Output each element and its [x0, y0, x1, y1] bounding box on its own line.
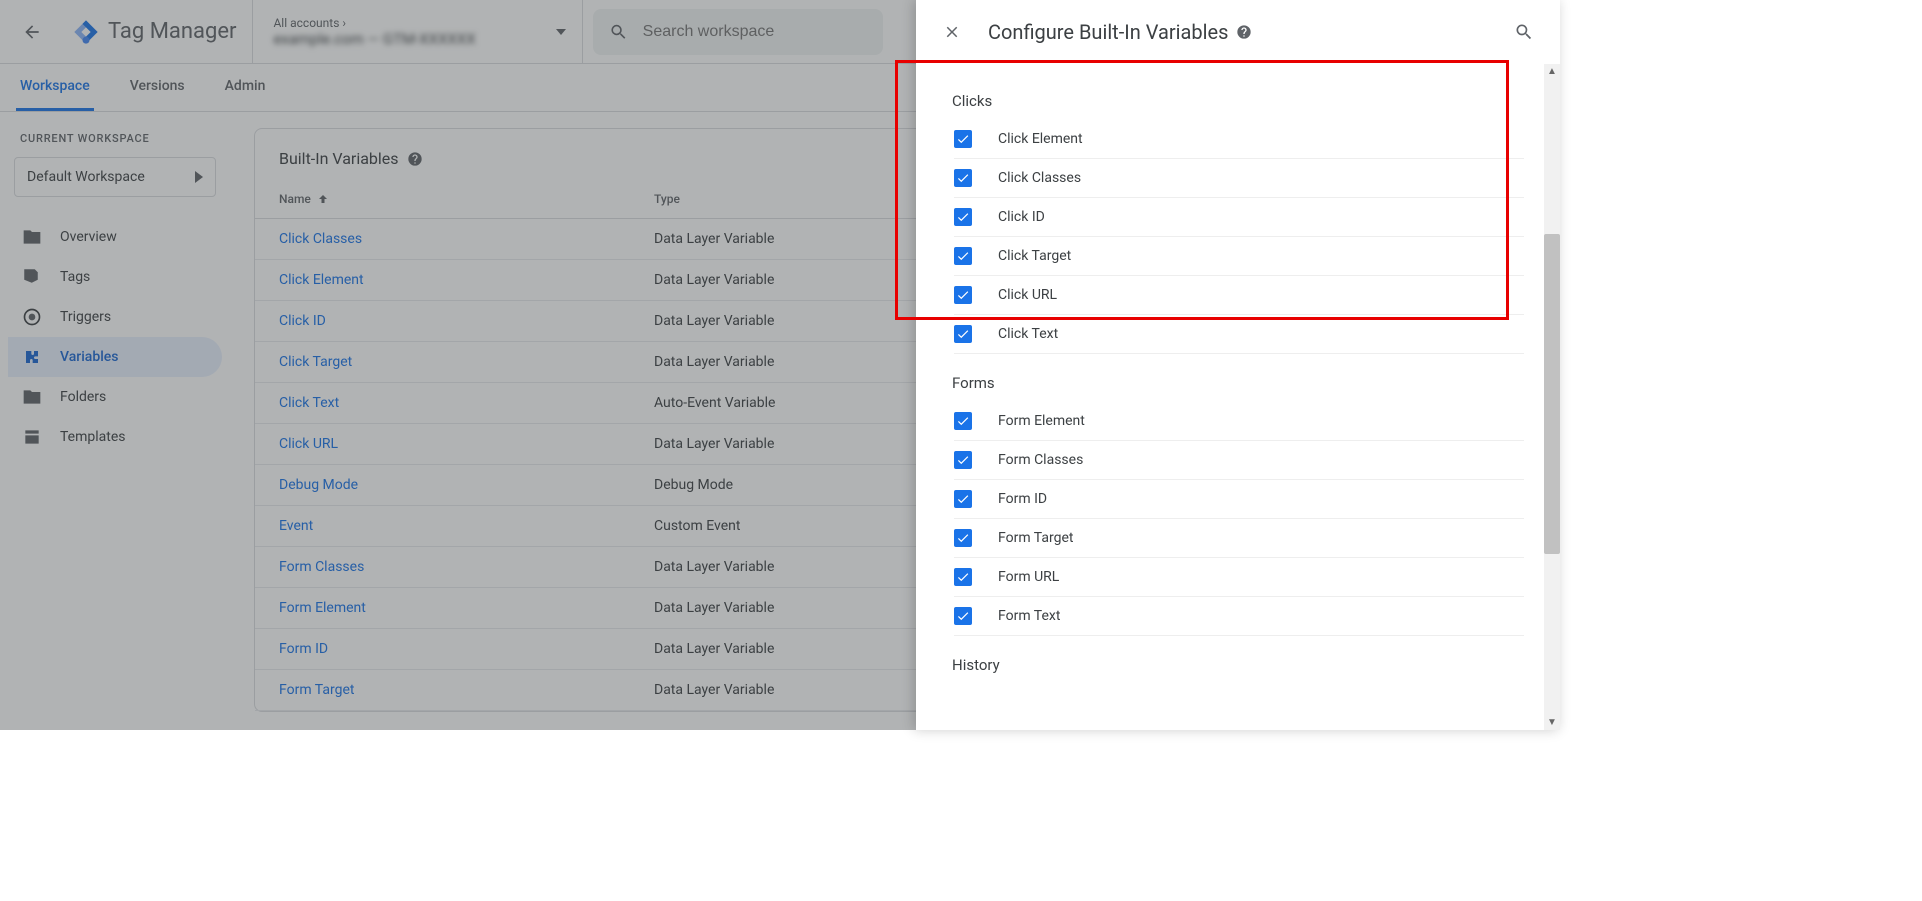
checkbox-label: Form Target	[998, 530, 1073, 546]
checkbox[interactable]	[954, 568, 972, 586]
checkbox[interactable]	[954, 130, 972, 148]
section-title-forms: Forms	[952, 374, 1524, 392]
checkmark-icon	[956, 453, 970, 467]
checkbox-label: Click Text	[998, 326, 1058, 342]
section-title-clicks: Clicks	[952, 92, 1524, 110]
checkbox-row[interactable]: Form URL	[954, 558, 1524, 597]
help-icon[interactable]	[1236, 24, 1252, 40]
checkbox[interactable]	[954, 490, 972, 508]
checkbox-row[interactable]: Form Classes	[954, 441, 1524, 480]
checkmark-icon	[956, 570, 970, 584]
checkbox[interactable]	[954, 529, 972, 547]
checkbox-label: Form Element	[998, 413, 1085, 429]
checkbox-label: Form Text	[998, 608, 1060, 624]
checkbox-row[interactable]: Click Target	[954, 237, 1524, 276]
checkbox[interactable]	[954, 607, 972, 625]
checkbox-row[interactable]: Click ID	[954, 198, 1524, 237]
checkbox-row[interactable]: Form Element	[954, 402, 1524, 441]
section-title-history: History	[952, 656, 1524, 674]
checkbox-label: Form ID	[998, 491, 1047, 507]
checkbox-row[interactable]: Click URL	[954, 276, 1524, 315]
checkbox[interactable]	[954, 325, 972, 343]
close-button[interactable]	[932, 12, 972, 52]
checkbox[interactable]	[954, 169, 972, 187]
panel-title: Configure Built-In Variables	[988, 20, 1228, 44]
checkbox-row[interactable]: Click Text	[954, 315, 1524, 354]
checkbox-label: Form Classes	[998, 452, 1083, 468]
configure-variables-panel: Configure Built-In Variables Clicks Click…	[916, 0, 1560, 730]
checkbox-row[interactable]: Click Element	[954, 120, 1524, 159]
checkmark-icon	[956, 531, 970, 545]
checkbox-row[interactable]: Click Classes	[954, 159, 1524, 198]
checkmark-icon	[956, 414, 970, 428]
close-icon	[943, 23, 961, 41]
checkmark-icon	[956, 327, 970, 341]
checkbox[interactable]	[954, 286, 972, 304]
checkbox-label: Click ID	[998, 209, 1045, 225]
checkbox[interactable]	[954, 247, 972, 265]
panel-search-button[interactable]	[1504, 12, 1544, 52]
checkbox-row[interactable]: Form Target	[954, 519, 1524, 558]
checkmark-icon	[956, 210, 970, 224]
checkmark-icon	[956, 249, 970, 263]
checkbox[interactable]	[954, 208, 972, 226]
checkmark-icon	[956, 609, 970, 623]
search-icon	[1514, 22, 1534, 42]
checkbox[interactable]	[954, 412, 972, 430]
checkbox-row[interactable]: Form Text	[954, 597, 1524, 636]
checkbox[interactable]	[954, 451, 972, 469]
checkmark-icon	[956, 288, 970, 302]
checkbox-label: Click Classes	[998, 170, 1081, 186]
checkmark-icon	[956, 492, 970, 506]
checkmark-icon	[956, 132, 970, 146]
checkbox-label: Click URL	[998, 287, 1057, 303]
checkbox-label: Form URL	[998, 569, 1059, 585]
checkbox-label: Click Target	[998, 248, 1071, 264]
checkbox-row[interactable]: Form ID	[954, 480, 1524, 519]
checkmark-icon	[956, 171, 970, 185]
scrollbar[interactable]: ▲ ▼	[1544, 64, 1560, 730]
checkbox-label: Click Element	[998, 131, 1083, 147]
